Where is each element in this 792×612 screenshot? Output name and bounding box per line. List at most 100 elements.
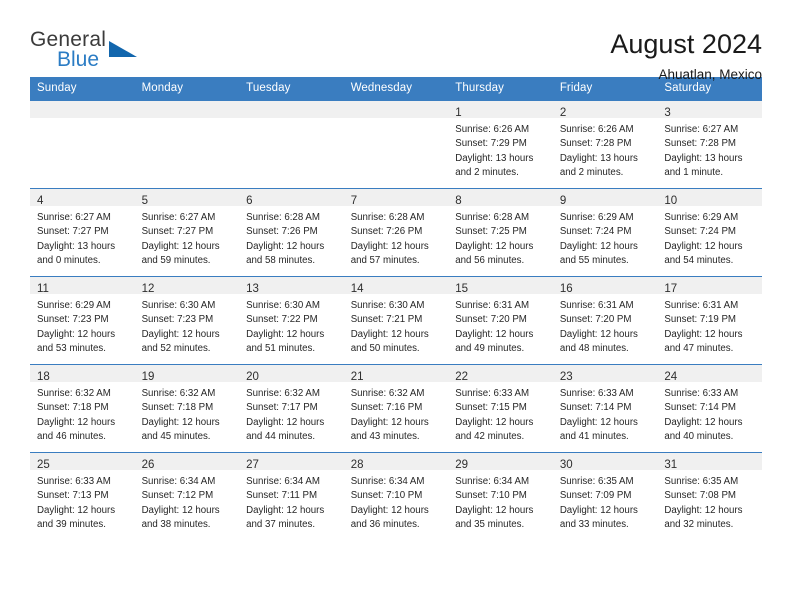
calendar-cell-inner: 23 Sunrise: 6:33 AM Sunset: 7:14 PM Dayligh… — [552, 365, 658, 452]
calendar-cell-day[interactable]: 10 Sunrise: 6:29 AM Sunset: 7:24 PM Dayligh… — [657, 188, 762, 277]
daylight-text-line1: Daylight: 12 hours — [455, 504, 534, 516]
sunset-text: Sunset: 7:24 PM — [559, 226, 632, 238]
day-number-band: 4 — [30, 189, 135, 207]
daylight-text-line1: Daylight: 12 hours — [246, 240, 325, 252]
sunset-text: Sunset: 7:19 PM — [664, 314, 736, 326]
day-number-band: 17 — [657, 277, 762, 295]
sunset-text: Sunset: 7:10 PM — [350, 490, 423, 502]
sunrise-text: Sunrise: 6:29 AM — [37, 300, 111, 311]
daylight-text-line2: and 48 minutes. — [559, 342, 629, 354]
calendar-cell-day[interactable]: 14 Sunrise: 6:30 AM Sunset: 7:21 PM Dayligh… — [343, 276, 449, 365]
calendar-body: 1 Sunrise: 6:26 AM Sunset: 7:29 PM Daylight… — [30, 100, 762, 541]
daylight-text-line1: Daylight: 12 hours — [37, 328, 116, 340]
day-number: 21 — [350, 371, 364, 383]
daylight-text-line1: Daylight: 12 hours — [350, 504, 429, 516]
daylight-text-line1: Daylight: 12 hours — [246, 416, 325, 428]
calendar-cell-day[interactable]: 21 Sunrise: 6:32 AM Sunset: 7:16 PM Dayligh… — [343, 364, 449, 453]
calendar-cell-day[interactable]: 6 Sunrise: 6:28 AM Sunset: 7:26 PM Daylight… — [239, 188, 344, 277]
calendar-cell-day[interactable]: 2 Sunrise: 6:26 AM Sunset: 7:28 PM Daylight… — [552, 100, 658, 189]
day-details: Sunrise: 6:34 AM Sunset: 7:12 PM Daylight:… — [135, 470, 240, 532]
day-details: Sunrise: 6:28 AM Sunset: 7:26 PM Daylight:… — [344, 206, 449, 268]
sunset-text: Sunset: 7:15 PM — [455, 402, 527, 414]
daylight-text-line1: Daylight: 12 hours — [350, 328, 429, 340]
calendar-cell-inner: 14 Sunrise: 6:30 AM Sunset: 7:21 PM Dayligh… — [343, 277, 449, 364]
calendar-cell-day[interactable]: 26 Sunrise: 6:34 AM Sunset: 7:12 PM Dayligh… — [134, 452, 240, 541]
calendar-cell-inner: 20 Sunrise: 6:32 AM Sunset: 7:17 PM Dayligh… — [239, 365, 344, 452]
day-number-band: 16 — [552, 277, 658, 295]
calendar-week-row: 4 Sunrise: 6:27 AM Sunset: 7:27 PM Daylight… — [30, 188, 762, 277]
calendar-cell-day[interactable]: 4 Sunrise: 6:27 AM Sunset: 7:27 PM Daylight… — [30, 188, 135, 277]
day-details: Sunrise: 6:32 AM Sunset: 7:18 PM Daylight:… — [30, 382, 135, 444]
day-number: 26 — [141, 459, 155, 471]
daylight-text-line2: and 35 minutes. — [455, 518, 525, 530]
weekday-header-monday: Monday — [134, 77, 240, 101]
page-title: August 2024 — [610, 29, 762, 59]
day-details: Sunrise: 6:32 AM Sunset: 7:18 PM Daylight:… — [135, 382, 240, 444]
calendar-cell-inner: 26 Sunrise: 6:34 AM Sunset: 7:12 PM Dayligh… — [134, 453, 240, 541]
calendar-cell-inner: 21 Sunrise: 6:32 AM Sunset: 7:16 PM Dayligh… — [343, 365, 449, 452]
day-number-band: 14 — [343, 277, 449, 295]
calendar-cell-day[interactable]: 22 Sunrise: 6:33 AM Sunset: 7:15 PM Dayligh… — [448, 364, 553, 453]
calendar-cell-day[interactable]: 19 Sunrise: 6:32 AM Sunset: 7:18 PM Dayligh… — [134, 364, 240, 453]
sunset-text: Sunset: 7:26 PM — [350, 226, 423, 238]
calendar-week-row: 18 Sunrise: 6:32 AM Sunset: 7:18 PM Dayligh… — [30, 364, 762, 453]
brand-logo[interactable]: General Blue — [30, 28, 150, 78]
calendar-cell-day[interactable]: 13 Sunrise: 6:30 AM Sunset: 7:22 PM Dayligh… — [239, 276, 344, 365]
calendar-cell-empty — [343, 100, 449, 189]
calendar-cell-day[interactable]: 30 Sunrise: 6:35 AM Sunset: 7:09 PM Dayligh… — [552, 452, 658, 541]
day-details: Sunrise: 6:27 AM Sunset: 7:28 PM Daylight:… — [657, 118, 762, 180]
sunset-text: Sunset: 7:28 PM — [664, 138, 736, 150]
daylight-text-line1: Daylight: 13 hours — [664, 152, 743, 164]
day-number: 14 — [350, 283, 364, 295]
calendar-cell-day[interactable]: 15 Sunrise: 6:31 AM Sunset: 7:20 PM Dayligh… — [448, 276, 553, 365]
calendar-cell-day[interactable]: 12 Sunrise: 6:30 AM Sunset: 7:23 PM Dayligh… — [134, 276, 240, 365]
calendar-cell-day[interactable]: 9 Sunrise: 6:29 AM Sunset: 7:24 PM Daylight… — [552, 188, 658, 277]
sunrise-text: Sunrise: 6:35 AM — [664, 476, 739, 487]
sunset-text: Sunset: 7:18 PM — [37, 402, 109, 414]
daylight-text-line2: and 38 minutes. — [141, 518, 211, 530]
day-number-band: 3 — [657, 101, 762, 119]
calendar-cell-day[interactable]: 8 Sunrise: 6:28 AM Sunset: 7:25 PM Daylight… — [448, 188, 553, 277]
calendar-cell-day[interactable]: 25 Sunrise: 6:33 AM Sunset: 7:13 PM Dayligh… — [30, 452, 135, 541]
calendar-cell-day[interactable]: 24 Sunrise: 6:33 AM Sunset: 7:14 PM Dayligh… — [657, 364, 762, 453]
daylight-text-line2: and 55 minutes. — [559, 254, 629, 266]
calendar-cell-day[interactable]: 28 Sunrise: 6:34 AM Sunset: 7:10 PM Dayligh… — [343, 452, 449, 541]
day-details: Sunrise: 6:30 AM Sunset: 7:21 PM Daylight:… — [344, 294, 449, 356]
calendar-cell-day[interactable]: 16 Sunrise: 6:31 AM Sunset: 7:20 PM Dayligh… — [552, 276, 658, 365]
calendar-cell-day[interactable]: 31 Sunrise: 6:35 AM Sunset: 7:08 PM Dayligh… — [657, 452, 762, 541]
daylight-text-line1: Daylight: 12 hours — [246, 504, 325, 516]
calendar-cell-day[interactable]: 20 Sunrise: 6:32 AM Sunset: 7:17 PM Dayligh… — [239, 364, 344, 453]
calendar-cell-day[interactable]: 3 Sunrise: 6:27 AM Sunset: 7:28 PM Daylight… — [657, 100, 762, 189]
calendar-cell-day[interactable]: 29 Sunrise: 6:34 AM Sunset: 7:10 PM Dayligh… — [448, 452, 553, 541]
daylight-text-line1: Daylight: 12 hours — [455, 240, 534, 252]
calendar-cell-inner: 2 Sunrise: 6:26 AM Sunset: 7:28 PM Daylight… — [552, 101, 658, 188]
day-number: 10 — [664, 195, 678, 207]
calendar-cell-inner: 8 Sunrise: 6:28 AM Sunset: 7:25 PM Daylight… — [448, 189, 553, 276]
calendar-cell-inner: 19 Sunrise: 6:32 AM Sunset: 7:18 PM Dayligh… — [134, 365, 240, 452]
calendar-cell-inner: 6 Sunrise: 6:28 AM Sunset: 7:26 PM Daylight… — [239, 189, 344, 276]
calendar-cell-day[interactable]: 11 Sunrise: 6:29 AM Sunset: 7:23 PM Dayligh… — [30, 276, 135, 365]
day-number: 16 — [559, 283, 573, 295]
calendar-cell-inner: 11 Sunrise: 6:29 AM Sunset: 7:23 PM Dayligh… — [30, 277, 135, 364]
calendar-cell-day[interactable]: 17 Sunrise: 6:31 AM Sunset: 7:19 PM Dayligh… — [657, 276, 762, 365]
calendar-cell-day[interactable]: 1 Sunrise: 6:26 AM Sunset: 7:29 PM Daylight… — [448, 100, 553, 189]
calendar-cell-inner — [30, 101, 135, 188]
sunrise-text: Sunrise: 6:34 AM — [350, 476, 425, 487]
sunset-text: Sunset: 7:12 PM — [141, 490, 214, 502]
day-number-band: 29 — [448, 453, 553, 471]
daylight-text-line1: Daylight: 12 hours — [559, 416, 638, 428]
calendar-cell-day[interactable]: 23 Sunrise: 6:33 AM Sunset: 7:14 PM Dayligh… — [552, 364, 658, 453]
day-details: Sunrise: 6:27 AM Sunset: 7:27 PM Daylight:… — [135, 206, 240, 268]
day-details: Sunrise: 6:31 AM Sunset: 7:19 PM Daylight:… — [657, 294, 762, 356]
daylight-text-line1: Daylight: 13 hours — [37, 240, 116, 252]
sunrise-text: Sunrise: 6:28 AM — [455, 212, 530, 223]
daylight-text-line2: and 59 minutes. — [141, 254, 211, 266]
day-number: 22 — [455, 371, 469, 383]
day-number-band: 26 — [134, 453, 240, 471]
calendar-cell-inner: 17 Sunrise: 6:31 AM Sunset: 7:19 PM Dayligh… — [657, 277, 762, 364]
calendar-cell-day[interactable]: 5 Sunrise: 6:27 AM Sunset: 7:27 PM Daylight… — [134, 188, 240, 277]
calendar-cell-day[interactable]: 18 Sunrise: 6:32 AM Sunset: 7:18 PM Dayligh… — [30, 364, 135, 453]
daylight-text-line1: Daylight: 12 hours — [350, 416, 429, 428]
calendar-cell-day[interactable]: 27 Sunrise: 6:34 AM Sunset: 7:11 PM Dayligh… — [239, 452, 344, 541]
calendar-cell-day[interactable]: 7 Sunrise: 6:28 AM Sunset: 7:26 PM Daylight… — [343, 188, 449, 277]
